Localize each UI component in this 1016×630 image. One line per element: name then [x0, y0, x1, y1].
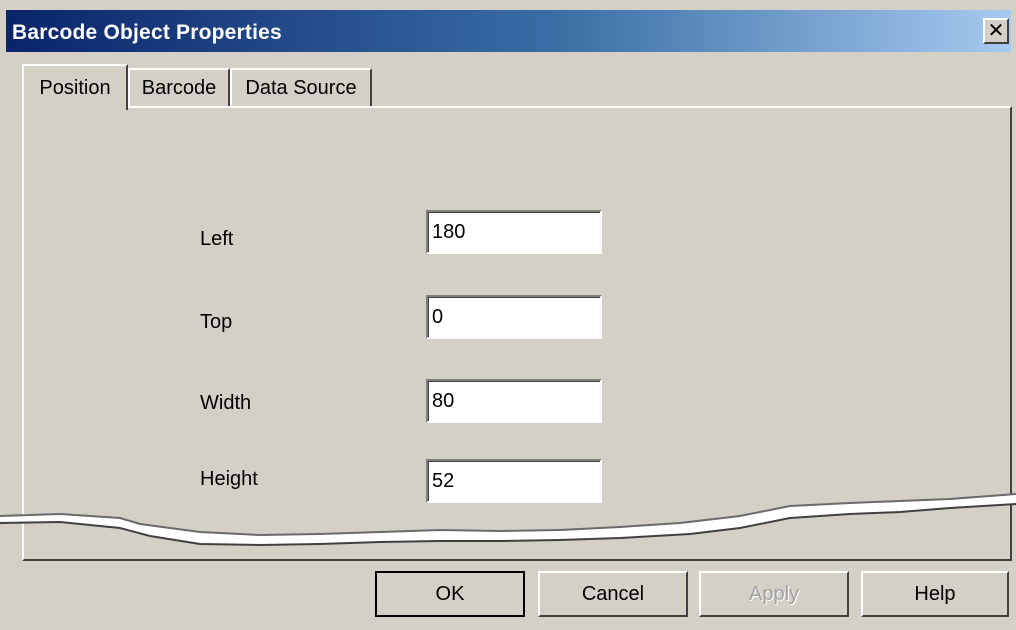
width-label: Width [200, 392, 252, 414]
help-button[interactable]: Help [861, 571, 1009, 617]
top-label: Top [200, 311, 233, 333]
ok-button[interactable]: OK [375, 571, 525, 617]
height-label: Height [200, 468, 258, 490]
close-icon: ✕ [987, 20, 1005, 42]
tab-position[interactable]: Position [22, 64, 128, 110]
tab-barcode[interactable]: Barcode [128, 68, 230, 106]
cancel-button[interactable]: Cancel [538, 571, 688, 617]
left-field[interactable] [426, 210, 602, 254]
tab-data-source[interactable]: Data Source [230, 68, 372, 106]
tab-label: Barcode [141, 76, 217, 99]
dialog-window: Barcode Object Properties ✕ Position Bar… [0, 0, 1016, 630]
tab-label: Data Source [245, 76, 357, 99]
title-bar[interactable]: Barcode Object Properties ✕ [6, 10, 1011, 52]
width-field[interactable] [426, 379, 602, 423]
apply-button[interactable]: Apply [699, 571, 849, 617]
close-button[interactable]: ✕ [983, 18, 1009, 44]
tab-label: Position [39, 76, 111, 99]
window-title: Barcode Object Properties [12, 21, 282, 44]
left-label: Left [200, 228, 234, 250]
torn-edge-decoration [0, 493, 1016, 547]
top-field[interactable] [426, 295, 602, 339]
